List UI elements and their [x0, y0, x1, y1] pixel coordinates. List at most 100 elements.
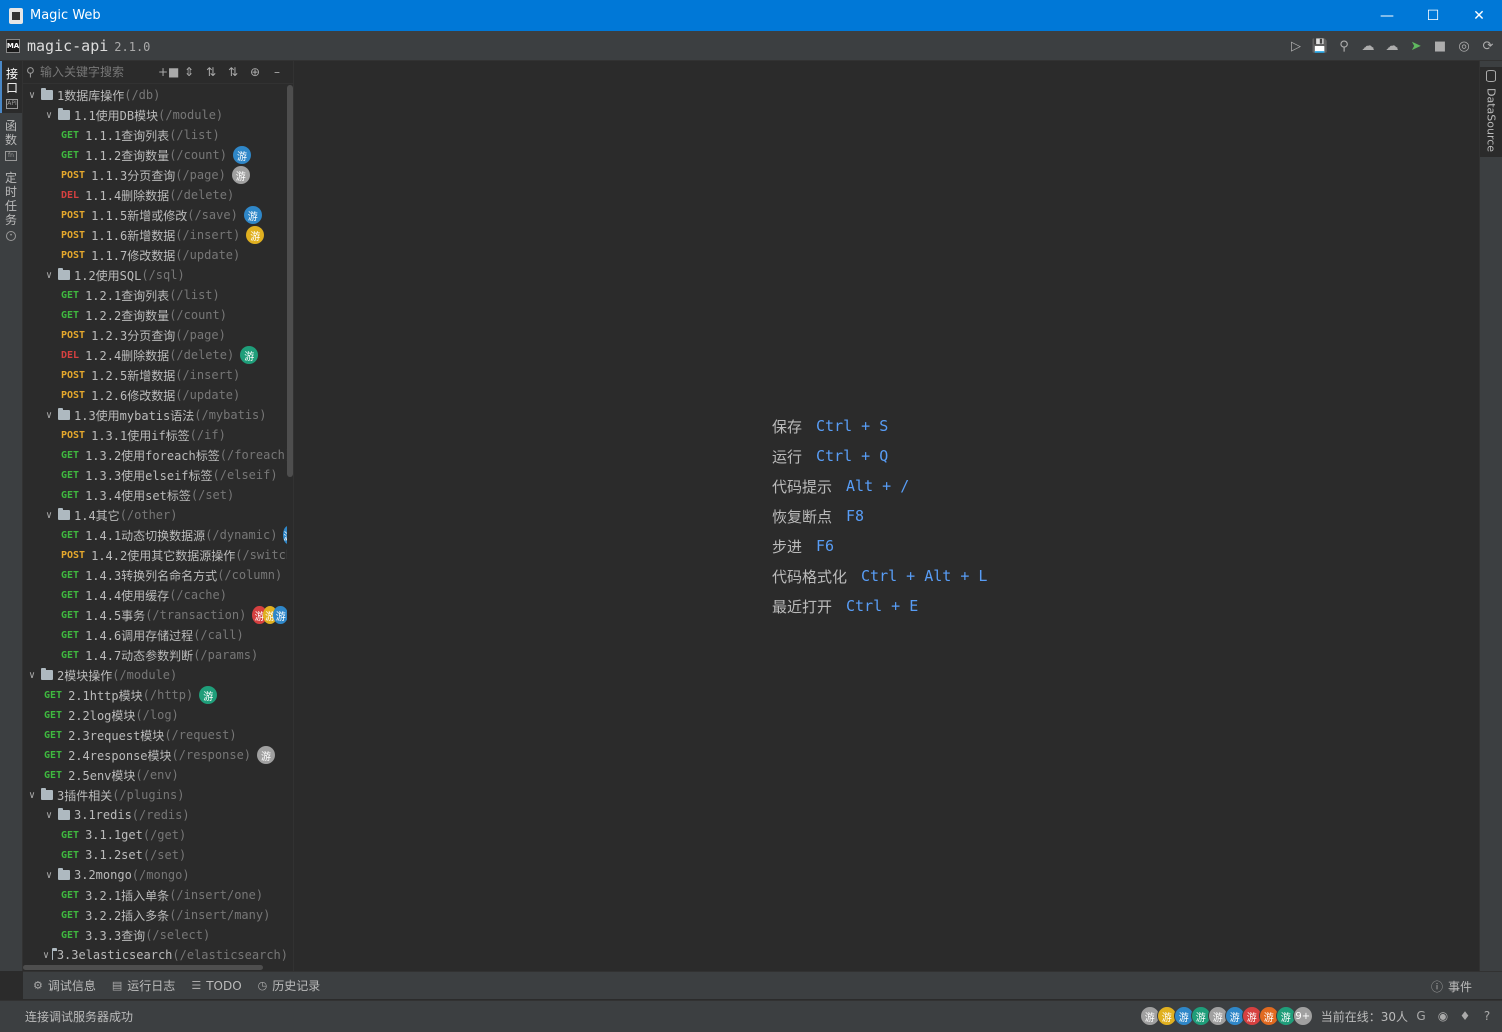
- tree-api-item[interactable]: GET 3.2.1插入单条 (/insert/one): [23, 885, 288, 905]
- tree-api-item[interactable]: GET 1.2.1查询列表 (/list): [23, 285, 288, 305]
- tree-item-path: (/env): [135, 768, 179, 782]
- tree-api-item[interactable]: GET 2.4response模块 (/response) 游: [23, 745, 288, 765]
- download-icon[interactable]: ☁: [1382, 36, 1402, 56]
- sort-icon[interactable]: ⇅: [224, 65, 242, 79]
- chevron-down-icon[interactable]: ∨: [43, 870, 55, 881]
- skin-icon[interactable]: ■: [1430, 36, 1450, 56]
- online-users: 游游游游游游游游游 9+: [1139, 1006, 1313, 1026]
- tree-api-item[interactable]: GET 1.2.2查询数量 (/count): [23, 305, 288, 325]
- tree-folder[interactable]: ∨ 1.4其它 (/other): [23, 505, 288, 525]
- tree-api-item[interactable]: GET 1.3.3使用elseif标签 (/elseif): [23, 465, 288, 485]
- tree-folder[interactable]: ∨ 2模块操作 (/module): [23, 665, 288, 685]
- search-icon[interactable]: ⚲: [1334, 36, 1354, 56]
- tree-api-item[interactable]: GET 3.1.1get (/get): [23, 825, 288, 845]
- chevron-down-icon[interactable]: ∨: [26, 90, 38, 101]
- tree-folder[interactable]: ∨ 1.1使用DB模块 (/module): [23, 105, 288, 125]
- tree-api-item[interactable]: POST 1.1.7修改数据 (/update): [23, 245, 288, 265]
- tree-api-item[interactable]: GET 1.1.1查询列表 (/list): [23, 125, 288, 145]
- chevron-down-icon[interactable]: ∨: [43, 810, 55, 821]
- tree-api-item[interactable]: POST 1.1.3分页查询 (/page) 游: [23, 165, 288, 185]
- github-icon[interactable]: ◉: [1434, 1009, 1452, 1023]
- tree-folder[interactable]: ∨ 1.2使用SQL (/sql): [23, 265, 288, 285]
- tree-api-item[interactable]: GET 2.5env模块 (/env): [23, 765, 288, 785]
- language-icon[interactable]: ◎: [1454, 36, 1474, 56]
- collapse-all-icon[interactable]: ⇅: [202, 65, 220, 79]
- chevron-down-icon[interactable]: ∨: [43, 510, 55, 521]
- help-icon[interactable]: ?: [1478, 1009, 1496, 1023]
- tree-item-path: (/column): [217, 568, 283, 582]
- tab-scheduled-task[interactable]: 定 时 任 务 •: [0, 165, 22, 245]
- tree-api-item[interactable]: POST 1.2.3分页查询 (/page): [23, 325, 288, 345]
- tree-api-item[interactable]: POST 1.2.6修改数据 (/update): [23, 385, 288, 405]
- tree-api-item[interactable]: GET 1.4.4使用缓存 (/cache): [23, 585, 288, 605]
- upload-icon[interactable]: ☁: [1358, 36, 1378, 56]
- tree-api-item[interactable]: GET 3.2.2插入多条 (/insert/many): [23, 905, 288, 925]
- tab-function[interactable]: 函 数 fn: [0, 113, 22, 165]
- chevron-down-icon[interactable]: ∨: [43, 950, 49, 961]
- shortcut-key: F8: [846, 507, 865, 525]
- tab-datasource[interactable]: DataSource: [1480, 67, 1502, 157]
- expand-all-icon[interactable]: ⇕: [180, 65, 198, 79]
- locate-icon[interactable]: ⊕: [246, 65, 264, 79]
- chevron-down-icon[interactable]: ∨: [43, 110, 55, 121]
- tab-api[interactable]: 接 口 API: [0, 61, 22, 113]
- tree-folder[interactable]: ∨ 1数据库操作 (/db): [23, 85, 288, 105]
- todo-tab[interactable]: ☰ TODO: [191, 979, 241, 993]
- events-label: 事件: [1447, 979, 1472, 994]
- notification-icon[interactable]: ♦: [1456, 1009, 1474, 1023]
- tree-item-name: 1.2.4删除数据: [85, 348, 170, 363]
- tree-api-item[interactable]: POST 1.1.6新增数据 (/insert) 游: [23, 225, 288, 245]
- tree-api-item[interactable]: GET 1.3.2使用foreach标签 (/foreach): [23, 445, 288, 465]
- minimize-button[interactable]: —: [1364, 0, 1410, 31]
- chevron-down-icon[interactable]: ∨: [26, 790, 38, 801]
- history-tab[interactable]: ◷ 历史记录: [258, 977, 321, 994]
- tree-vertical-scrollbar[interactable]: [287, 85, 293, 945]
- tree-search-input[interactable]: [40, 65, 152, 79]
- editing-user-badge: 游: [273, 606, 288, 624]
- push-icon[interactable]: ➤: [1406, 36, 1426, 56]
- tree-api-item[interactable]: GET 2.1http模块 (/http) 游: [23, 685, 288, 705]
- tree-item-name: 3.1.1get: [85, 828, 143, 842]
- tree-api-item[interactable]: GET 1.1.2查询数量 (/count) 游: [23, 145, 288, 165]
- tree-api-item[interactable]: POST 1.1.5新增或修改 (/save) 游: [23, 205, 288, 225]
- debug-info-tab[interactable]: ⚙ 调试信息: [33, 977, 96, 994]
- tree-api-item[interactable]: POST 1.2.5新增数据 (/insert): [23, 365, 288, 385]
- maximize-button[interactable]: ☐: [1410, 0, 1456, 31]
- tree-api-item[interactable]: DEL 1.2.4删除数据 (/delete) 游: [23, 345, 288, 365]
- tree-api-item[interactable]: DEL 1.1.4删除数据 (/delete): [23, 185, 288, 205]
- tree-api-item[interactable]: GET 1.4.6调用存储过程 (/call): [23, 625, 288, 645]
- chevron-down-icon[interactable]: ∨: [43, 270, 55, 281]
- tree-api-item[interactable]: GET1.4.1动态切换数据源(/dynamic)游: [23, 525, 288, 545]
- run-log-tab[interactable]: ▤ 运行日志: [112, 977, 175, 994]
- tree-api-item[interactable]: GET 3.3.3查询 (/select): [23, 925, 288, 945]
- tree-api-item[interactable]: GET 1.4.5事务 (/transaction) 游游游: [23, 605, 288, 625]
- chevron-down-icon[interactable]: ∨: [43, 410, 55, 421]
- tree-item-name: 1.1.2查询数量: [85, 148, 170, 163]
- tree-folder[interactable]: ∨ 3插件相关 (/plugins): [23, 785, 288, 805]
- tree-api-item[interactable]: GET 3.1.2set (/set): [23, 845, 288, 865]
- chevron-down-icon[interactable]: ∨: [26, 670, 38, 681]
- tree-api-item[interactable]: POST 1.3.1使用if标签 (/if): [23, 425, 288, 445]
- close-window-button[interactable]: ✕: [1456, 0, 1502, 31]
- tree-folder[interactable]: ∨ 1.3使用mybatis语法 (/mybatis): [23, 405, 288, 425]
- run-icon[interactable]: ▷: [1286, 36, 1306, 56]
- tree-folder[interactable]: ∨ 3.1redis (/redis): [23, 805, 288, 825]
- tree-item-path: (/save): [187, 208, 238, 222]
- gitee-icon[interactable]: G: [1412, 1009, 1430, 1023]
- tree-api-item[interactable]: GET 1.3.4使用set标签 (/set): [23, 485, 288, 505]
- http-method-label: GET: [61, 629, 80, 641]
- add-folder-icon[interactable]: +■: [158, 65, 179, 79]
- tree-api-item[interactable]: GET 2.2log模块 (/log): [23, 705, 288, 725]
- tree-api-item[interactable]: GET 2.3request模块 (/request): [23, 725, 288, 745]
- tree-item-name: 1.2.6修改数据: [91, 388, 176, 403]
- online-user-avatar[interactable]: 9+: [1292, 1006, 1313, 1026]
- events-tab[interactable]: ⓘ 事件: [1431, 972, 1472, 1000]
- tree-api-item[interactable]: POST 1.4.2使用其它数据源操作(/switch): [23, 545, 288, 565]
- tree-api-item[interactable]: GET1.4.3转换列名命名方式(/column)游: [23, 565, 288, 585]
- save-icon[interactable]: 💾: [1310, 36, 1330, 56]
- minimize-panel-icon[interactable]: –: [268, 65, 286, 79]
- tree-folder[interactable]: ∨ 3.2mongo (/mongo): [23, 865, 288, 885]
- tree-folder[interactable]: ∨ 3.3elasticsearch (/elasticsearch): [23, 945, 288, 961]
- refresh-icon[interactable]: ⟳: [1478, 36, 1498, 56]
- tree-api-item[interactable]: GET 1.4.7动态参数判断 (/params): [23, 645, 288, 665]
